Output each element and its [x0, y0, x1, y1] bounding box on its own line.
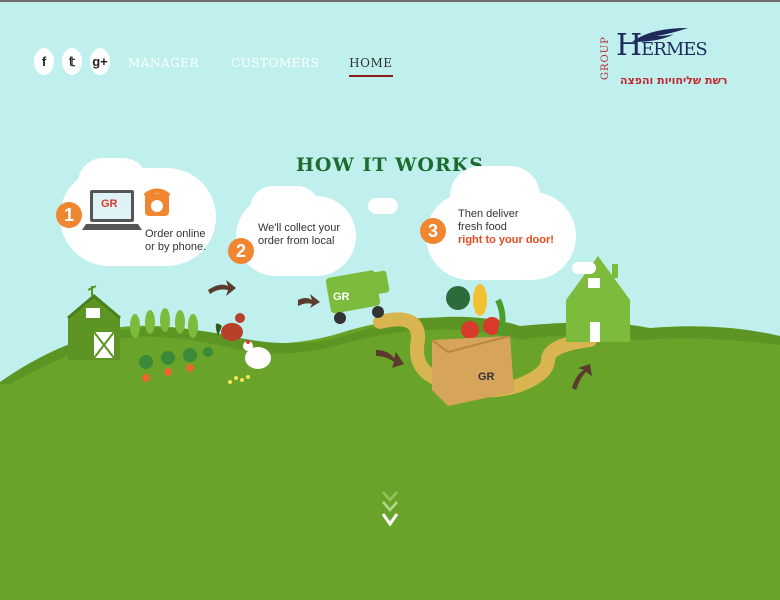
step-2-line-2: order from local [258, 235, 335, 247]
step-3-line-1: Then deliver [458, 208, 519, 220]
step-3-line-3: right to your door! [458, 234, 554, 246]
truck-label: GR [333, 291, 350, 303]
scroll-down-icon[interactable] [381, 490, 399, 530]
step-1-number: 1 [56, 202, 82, 228]
step-2-number: 2 [228, 238, 254, 264]
step-2-text: We'll collect your order from local [258, 222, 340, 248]
step-3-text: Then deliver fresh food right to your do… [458, 208, 554, 247]
step-2-line-1: We'll collect your [258, 222, 340, 234]
laptop-icon [82, 190, 142, 230]
produce-box-icon: GR [431, 284, 514, 406]
delivery-truck-icon: GR [325, 270, 390, 324]
step-3-number: 3 [420, 218, 446, 244]
step-1-text: Order online or by phone. [145, 228, 206, 254]
barn-icon [67, 285, 121, 360]
phone-icon [144, 188, 170, 216]
step-3-line-2: fresh food [458, 221, 507, 233]
tiny-cloud [572, 262, 596, 274]
step-1-line-2: or by phone. [145, 241, 207, 253]
box-label: GR [478, 371, 495, 383]
step-1-line-1: Order online [145, 228, 206, 240]
small-cloud [368, 198, 398, 214]
laptop-badge: GR [101, 198, 118, 210]
